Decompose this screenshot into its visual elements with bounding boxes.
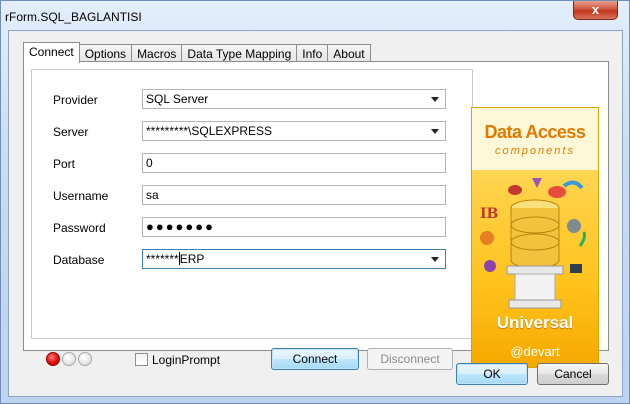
database-label: Database xyxy=(53,253,105,267)
username-input[interactable]: sa xyxy=(142,185,446,205)
dialog-client-area: Connect Options Macros Data Type Mapping… xyxy=(8,30,623,397)
database-select[interactable]: *******ERP xyxy=(142,249,446,269)
connect-tab-panel: Provider SQL Server Server *********\SQL… xyxy=(23,61,609,370)
server-label: Server xyxy=(53,125,89,139)
username-label: Username xyxy=(53,189,109,203)
login-prompt-label[interactable]: LoginPrompt xyxy=(152,353,220,367)
banner-subtitle: components xyxy=(495,145,575,157)
devart-logo-icon: @ xyxy=(510,344,524,359)
status-led-off-1 xyxy=(62,352,76,366)
port-label: Port xyxy=(53,157,76,171)
provider-label: Provider xyxy=(53,93,98,107)
password-label: Password xyxy=(53,221,106,235)
window-title: rForm.SQL_BAGLANTISI xyxy=(5,10,142,24)
connection-settings-group: Provider SQL Server Server *********\SQL… xyxy=(31,69,473,339)
cancel-button[interactable]: Cancel xyxy=(537,363,609,385)
tab-strip: Connect Options Macros Data Type Mapping… xyxy=(23,42,371,63)
banner-edition: Universal xyxy=(496,313,574,332)
disconnect-button[interactable]: Disconnect xyxy=(367,348,453,370)
close-button[interactable]: x xyxy=(573,1,618,20)
banner-title: Data Access xyxy=(484,122,586,142)
data-access-banner: Data Access components IB Universal @dev… xyxy=(471,107,599,368)
brand-name: devart xyxy=(523,344,560,359)
database-value-suffix: ERP xyxy=(179,252,205,266)
port-input[interactable]: 0 xyxy=(142,153,446,173)
status-led-red xyxy=(46,352,60,366)
tab-connect[interactable]: Connect xyxy=(23,42,80,63)
login-prompt-checkbox[interactable] xyxy=(135,353,148,366)
database-value-prefix: ******* xyxy=(146,252,179,266)
connection-status-indicator xyxy=(46,352,92,366)
title-bar[interactable]: rForm.SQL_BAGLANTISI x xyxy=(1,1,629,31)
password-input[interactable]: ●●●●●●● xyxy=(142,217,446,237)
database-components-icon: IB xyxy=(480,178,586,309)
devart-logo: @devart xyxy=(472,344,598,359)
connect-button[interactable]: Connect xyxy=(271,348,359,370)
status-led-off-2 xyxy=(78,352,92,366)
provider-select[interactable]: SQL Server xyxy=(142,89,446,109)
svg-text:IB: IB xyxy=(480,206,499,222)
close-icon: x xyxy=(591,2,600,17)
ok-button[interactable]: OK xyxy=(456,363,528,385)
dialog-window: rForm.SQL_BAGLANTISI x Connect Options M… xyxy=(0,0,630,404)
server-select[interactable]: *********\SQLEXPRESS xyxy=(142,121,446,141)
